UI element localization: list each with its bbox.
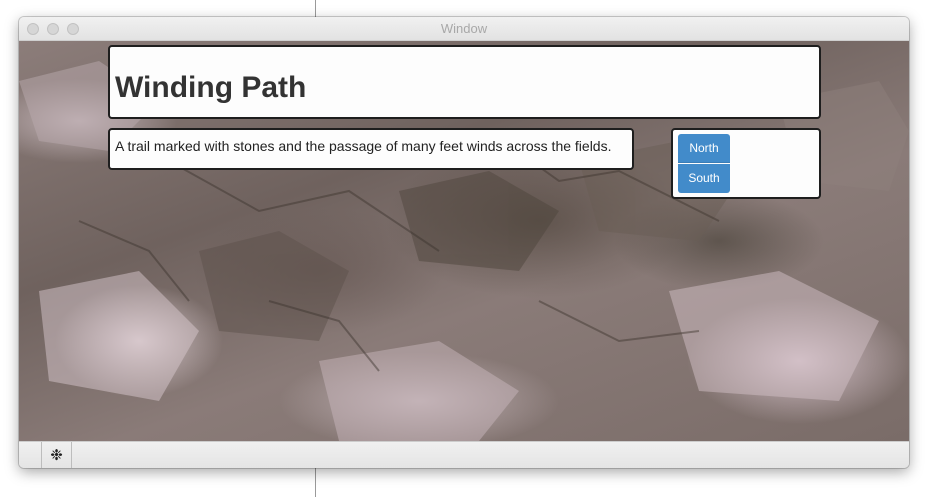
page-title: Winding Path [115,71,307,104]
gear-icon: ❉ [50,447,63,464]
window-titlebar[interactable]: Window [19,17,909,41]
title-panel: Winding Path [108,45,821,119]
window-title: Window [440,21,488,36]
settings-button[interactable]: ❉ [41,442,72,468]
bottom-toolbar: ❉ [19,441,909,468]
location-description: A trail marked with stones and the passa… [115,138,612,154]
navigation-panel: North South [671,128,821,199]
scene-background: Winding Path A trail marked with stones … [19,41,909,441]
app-window: Window Winding Path A trail marked with … [19,17,909,468]
north-button[interactable]: North [678,134,730,163]
south-button[interactable]: South [678,164,730,193]
description-panel: A trail marked with stones and the passa… [108,128,634,170]
